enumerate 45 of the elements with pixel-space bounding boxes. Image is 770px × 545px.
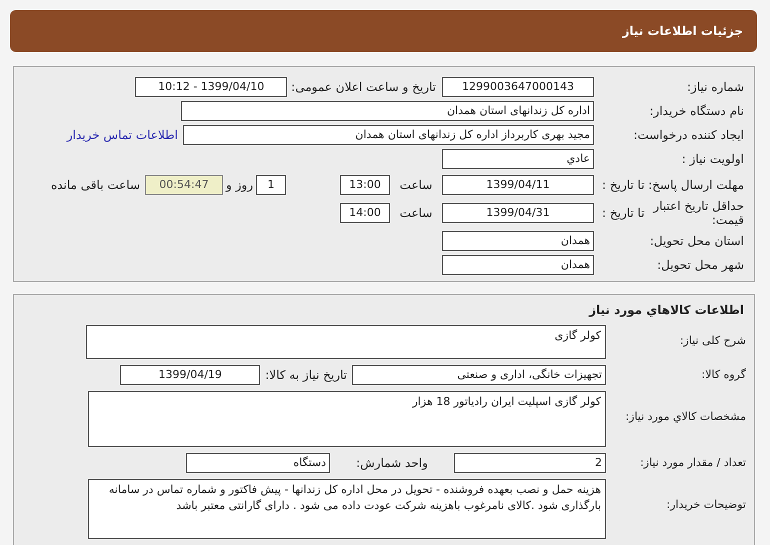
field-value: 1399/04/11 (442, 175, 594, 195)
field-value: همدان (442, 231, 594, 251)
field-label: تا تاریخ : (602, 177, 645, 194)
field-value: 1 (256, 175, 286, 195)
field-label: استان محل تحویل: (650, 234, 744, 248)
field-label: واحد شمارش: (356, 456, 428, 470)
field-value: تجهیزات خانگی، اداری و صنعتی (352, 365, 606, 385)
field-value: دستگاه (186, 453, 330, 473)
field-label: شماره نیاز: (687, 80, 744, 94)
field-label: شرح کلی نیاز: (680, 334, 746, 347)
field-label: گروه کالا: (702, 368, 746, 381)
field-value: اداره کل زندانهای استان همدان (181, 101, 594, 121)
field-label: توضیحات خریدار: (666, 498, 746, 511)
field-label: شهر محل تحویل: (657, 258, 744, 272)
contact-link[interactable]: اطلاعات تماس خریدار (66, 126, 178, 144)
section-title: اطلاعات کالاهاي مورد نیاز (588, 302, 745, 319)
field-label: اولویت نیاز : (682, 152, 744, 166)
field-value: همدان (442, 255, 594, 275)
field-label: ساعت (398, 205, 434, 222)
text-area: کولر گازی (86, 325, 606, 359)
field-label: ساعت (398, 177, 434, 194)
field-label: تاریخ نیاز به کالا: (265, 367, 347, 384)
field-label: تا تاریخ : (602, 205, 645, 222)
field-label: تعداد / مقدار مورد نیاز: (640, 456, 746, 469)
field-label: ایجاد کننده درخواست: (633, 128, 744, 142)
field-value: 14:00 (340, 203, 390, 223)
field-value: مجید بهری کاربرداز اداره کل زندانهای استان همدان (183, 125, 594, 145)
field-label: نام دستگاه خریدار: (650, 104, 744, 118)
field-label: ساعت باقی مانده (50, 177, 140, 194)
field-value: 2 (454, 453, 606, 473)
field-value: عادي (442, 149, 594, 169)
field-label: حداقل تاریخ اعتبار قیمت: (652, 199, 744, 227)
field-value: 1399/04/10 - 10:12 (135, 77, 288, 97)
field-label: مشخصات کالاي مورد نیاز: (625, 410, 746, 423)
field-label: مهلت ارسال پاسخ: (648, 177, 744, 194)
page-title: جزئیات اطلاعات نیاز (622, 23, 743, 40)
text-area: هزینه حمل و نصب بعهده فروشنده - تحویل در محل اداره کل زندانها - پیش فاکتور و شماره تماس در سامانه بارگذاری شود .کالای نامرغوب باهزینه شرکت عودت داده می شود . دارای گارانتی معتبر باشد (88, 479, 606, 539)
field-value: 1299003647000143 (442, 77, 594, 97)
field-value: 13:00 (340, 175, 390, 195)
field-value: 1399/04/31 (442, 203, 594, 223)
text-area: کولر گازی اسپلیت ایران رادیاتور 18 هزار (88, 391, 606, 447)
field-label: روز و (226, 177, 253, 194)
countdown-field: 00:54:47 (145, 175, 223, 195)
field-label: تاریخ و ساعت اعلان عمومی: (291, 79, 436, 96)
field-value: 1399/04/19 (120, 365, 260, 385)
